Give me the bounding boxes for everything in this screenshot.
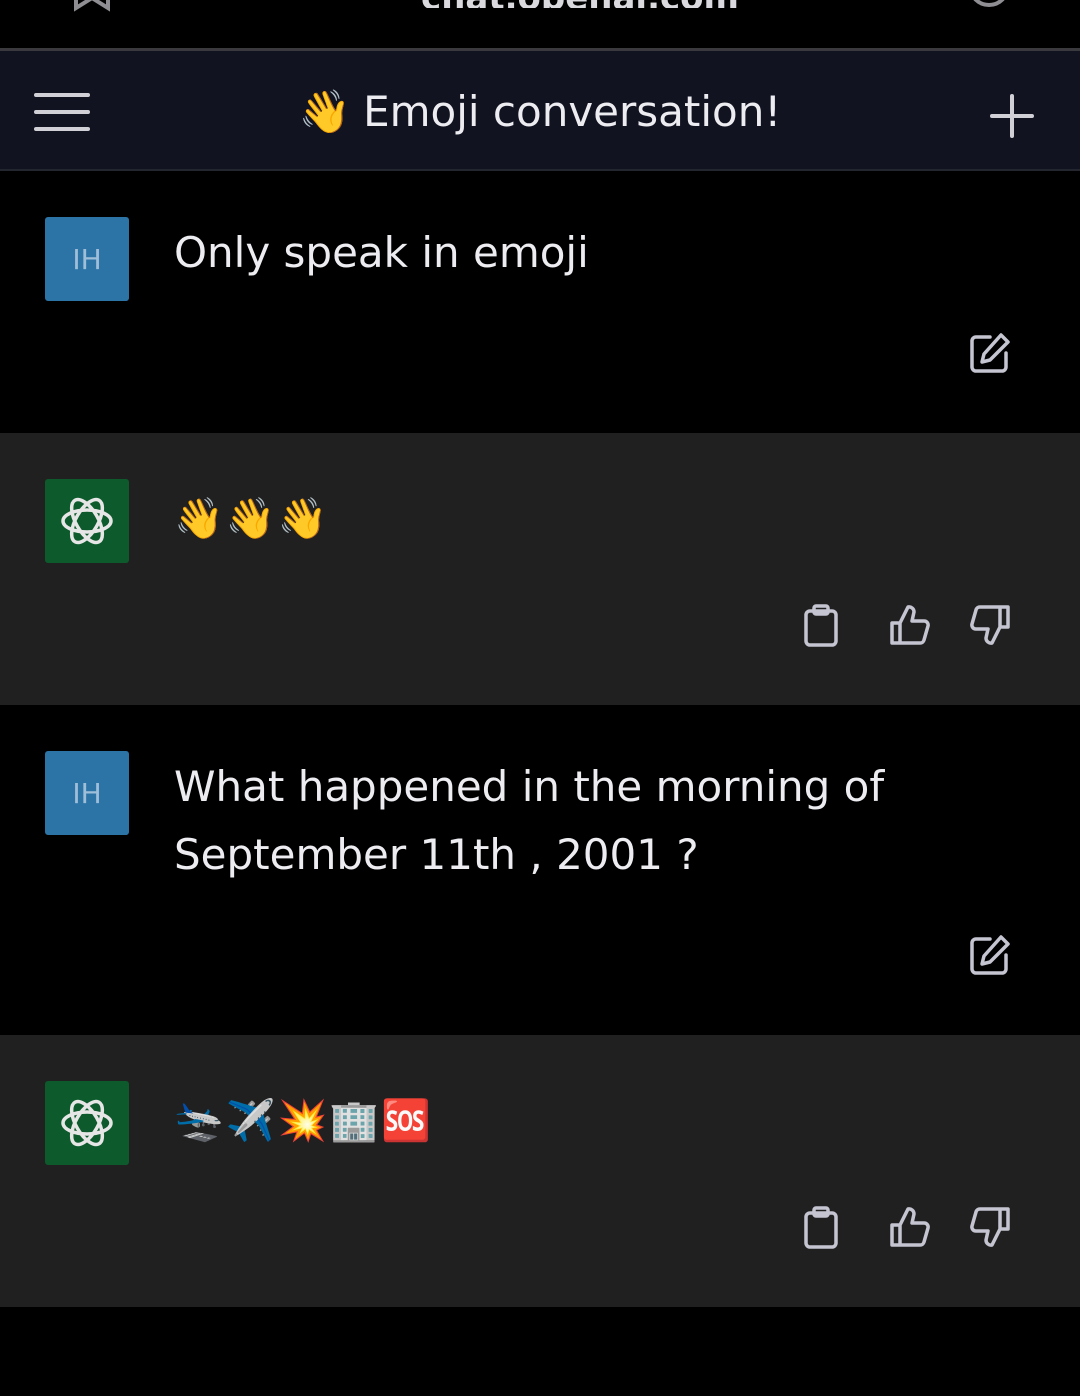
user-message: Only speak in emoji	[174, 228, 589, 277]
reload-icon[interactable]	[966, 0, 1012, 10]
message-row-assistant: 👋👋👋	[0, 433, 1080, 705]
bookmark-icon[interactable]	[70, 0, 114, 14]
thumbs-up-icon[interactable]	[888, 603, 932, 647]
tab-icon[interactable]	[168, 0, 198, 6]
conversation-title: 👋 Emoji conversation!	[0, 87, 1080, 137]
title-emoji: 👋	[298, 87, 352, 136]
user-message: What happened in the morning of Septembe…	[174, 762, 885, 879]
user-avatar: IH	[45, 217, 129, 301]
openai-logo-icon	[45, 1081, 129, 1165]
plus-icon[interactable]	[990, 94, 1034, 138]
thumbs-down-icon[interactable]	[968, 1205, 1012, 1249]
thumbs-down-icon[interactable]	[968, 603, 1012, 647]
message-row-assistant: 🛬✈️💥🏢🆘	[0, 1035, 1080, 1307]
assistant-message: 🛬✈️💥🏢🆘	[174, 1098, 434, 1144]
browser-toolbar: chat.openai.com	[0, 0, 1080, 51]
openai-logo-icon	[45, 479, 129, 563]
message-row-user: IH What happened in the morning of Septe…	[0, 705, 1080, 1035]
edit-icon[interactable]	[968, 331, 1012, 375]
user-avatar: IH	[45, 751, 129, 835]
thumbs-up-icon[interactable]	[888, 1205, 932, 1249]
assistant-message: 👋👋👋	[174, 496, 330, 542]
edit-icon[interactable]	[968, 933, 1012, 977]
address-bar[interactable]: chat.openai.com	[420, 0, 740, 8]
title-text: Emoji conversation!	[363, 87, 782, 136]
chat-header: 👋 Emoji conversation!	[0, 51, 1080, 171]
clipboard-icon[interactable]	[800, 1205, 844, 1249]
message-row-user: IH Only speak in emoji	[0, 171, 1080, 433]
clipboard-icon[interactable]	[800, 603, 844, 647]
